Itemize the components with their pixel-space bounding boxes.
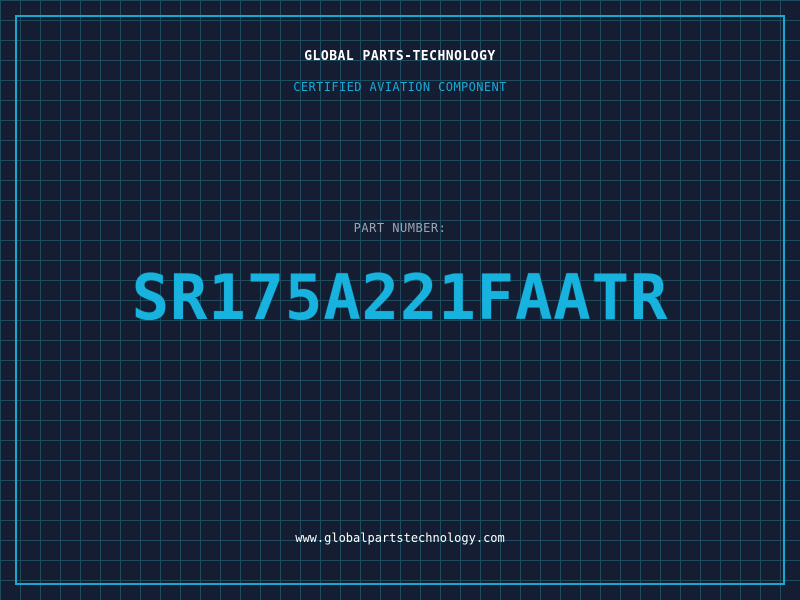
- brand-title: GLOBAL PARTS-TECHNOLOGY: [304, 49, 496, 64]
- certificate-screen: { "header": { "brand": "GLOBAL PARTS-TEC…: [0, 0, 800, 600]
- part-number-value: SR175A221FAATR: [131, 261, 669, 334]
- certification-subtitle: CERTIFIED AVIATION COMPONENT: [293, 80, 507, 94]
- website-url: www.globalpartstechnology.com: [295, 531, 505, 545]
- part-number-label: PART NUMBER:: [353, 221, 447, 235]
